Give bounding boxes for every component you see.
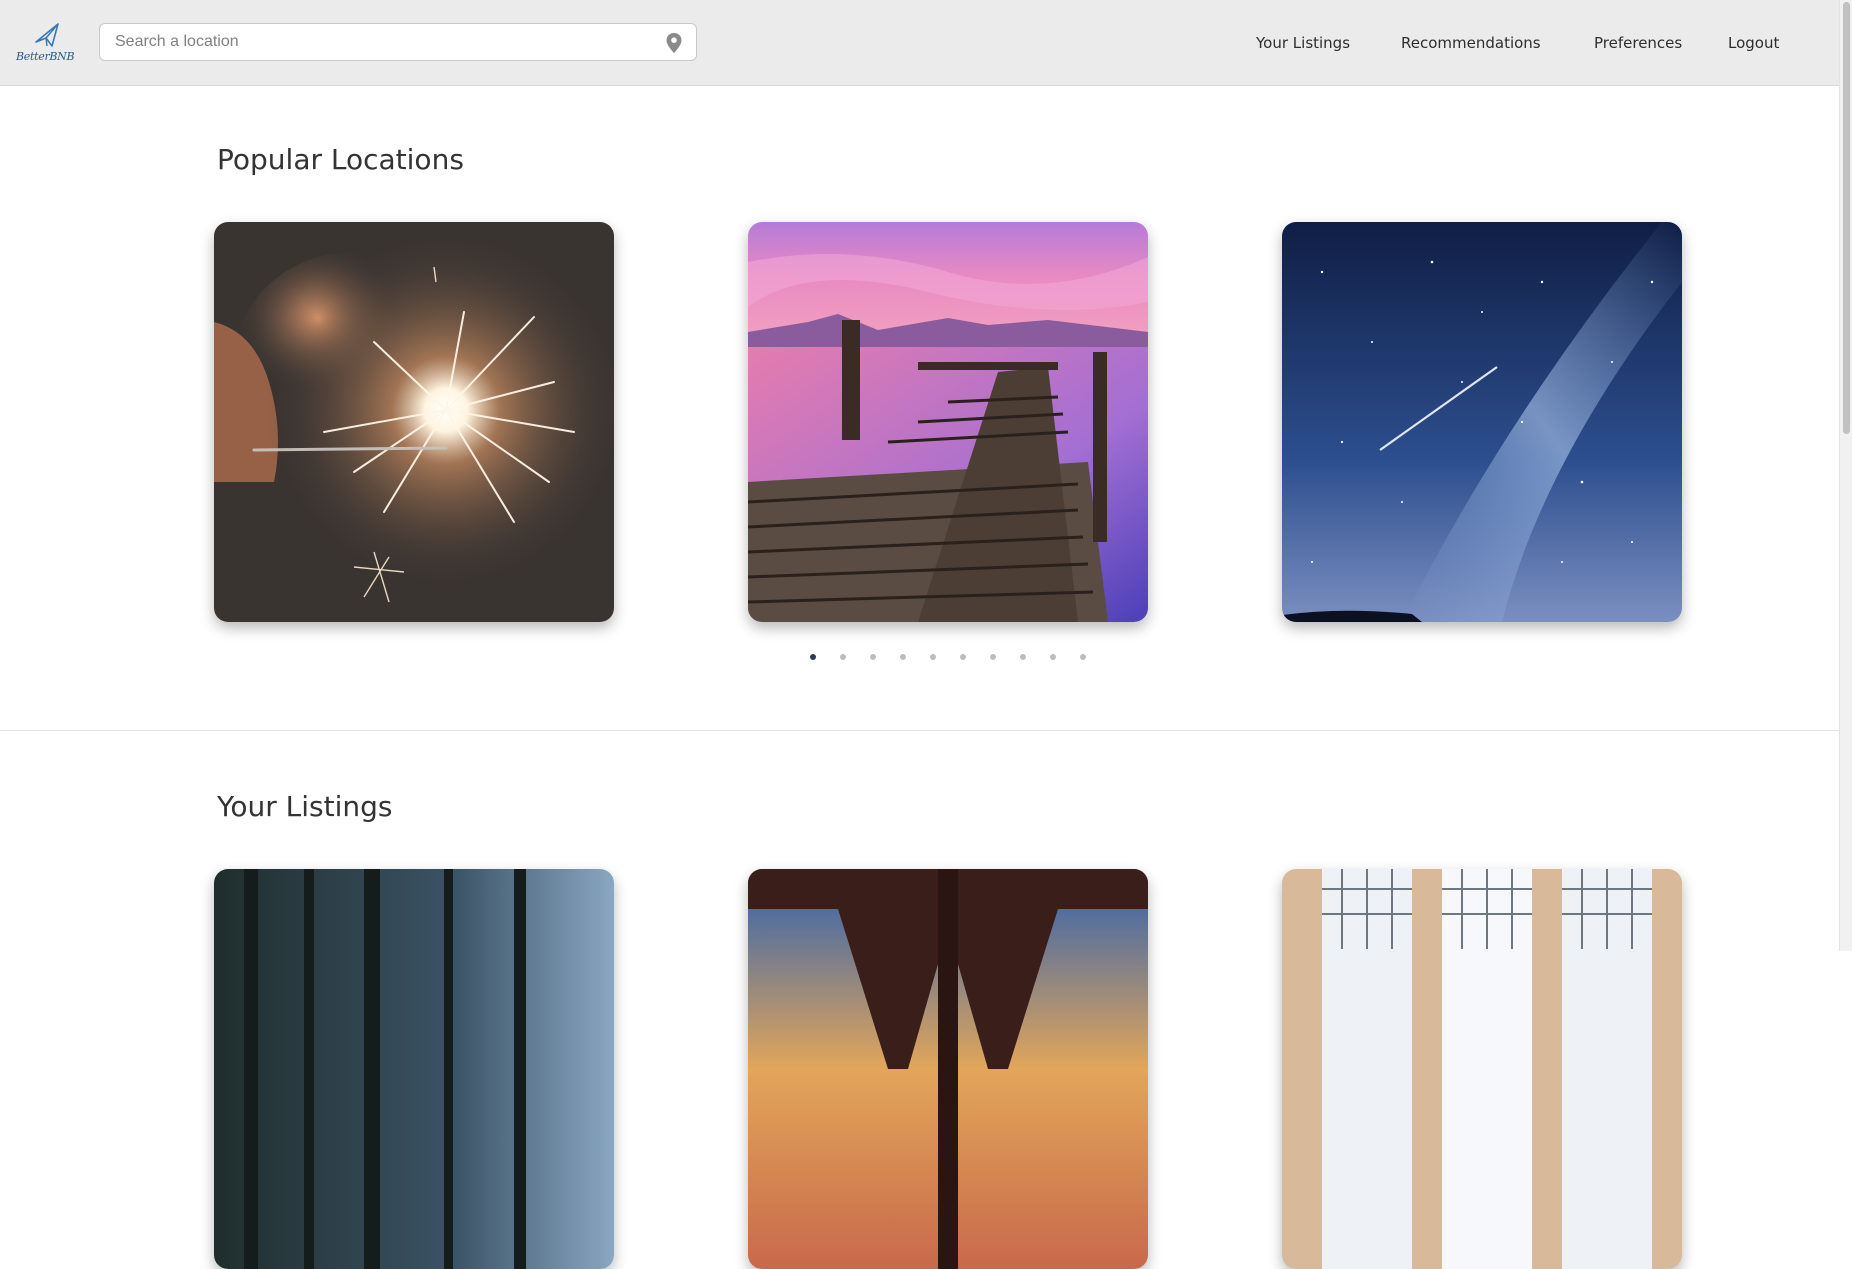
page-scrollbar[interactable] <box>1839 0 1852 951</box>
carousel-dot-5[interactable] <box>930 654 936 660</box>
location-card-sparkler[interactable] <box>214 222 614 622</box>
carousel-dot-3[interactable] <box>870 654 876 660</box>
forest-image <box>214 869 614 1269</box>
app-logo[interactable]: BetterBNB <box>16 20 75 68</box>
carousel-dot-7[interactable] <box>990 654 996 660</box>
pier-sunset-image <box>748 222 1148 622</box>
nav-logout[interactable]: Logout <box>1728 34 1779 52</box>
carousel-dot-1[interactable] <box>810 654 816 660</box>
nav-recommendations[interactable]: Recommendations <box>1401 34 1541 52</box>
carousel-dot-2[interactable] <box>840 654 846 660</box>
search-box[interactable] <box>99 23 697 61</box>
listing-card-forest[interactable] <box>214 869 614 1269</box>
listing-card-bridge[interactable] <box>748 869 1148 1269</box>
sparkler-image <box>214 222 614 622</box>
bridge-sunset-image <box>748 869 1148 1269</box>
section-divider <box>0 730 1840 731</box>
nav-your-listings[interactable]: Your Listings <box>1256 34 1350 52</box>
nav-preferences[interactable]: Preferences <box>1594 34 1682 52</box>
carousel-dot-9[interactable] <box>1050 654 1056 660</box>
paper-plane-icon <box>35 23 59 47</box>
carousel-dot-10[interactable] <box>1080 654 1086 660</box>
logo-text: BetterBNB <box>16 50 75 63</box>
search-input[interactable] <box>115 24 655 60</box>
carousel-dot-4[interactable] <box>900 654 906 660</box>
top-navbar: BetterBNB Your Listings Recommendations … <box>0 0 1840 86</box>
listing-card-building[interactable] <box>1282 869 1682 1269</box>
location-card-pier[interactable] <box>748 222 1148 622</box>
location-card-milky-way[interactable] <box>1282 222 1682 622</box>
building-window-image <box>1282 869 1682 1269</box>
carousel-dot-8[interactable] <box>1020 654 1026 660</box>
carousel-dot-6[interactable] <box>960 654 966 660</box>
map-pin-icon[interactable] <box>666 33 682 53</box>
scrollbar-thumb[interactable] <box>1843 2 1850 434</box>
your-listings-title: Your Listings <box>217 790 393 823</box>
popular-locations-title: Popular Locations <box>217 143 464 176</box>
milky-way-image <box>1282 222 1682 622</box>
